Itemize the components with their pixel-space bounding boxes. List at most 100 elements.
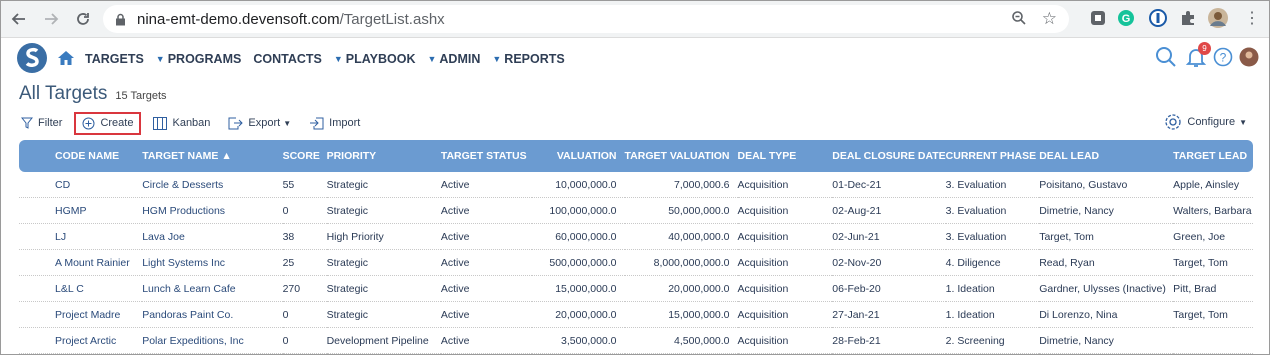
table-cell: Pitt, Brad <box>1173 275 1253 302</box>
table-cell[interactable]: Lava Joe <box>142 223 283 250</box>
reload-icon[interactable] <box>69 5 97 33</box>
configure-button[interactable]: Configure ▼ <box>1164 113 1247 131</box>
nav-item-admin[interactable]: ▼ ADMIN <box>427 52 480 66</box>
create-button[interactable]: Create <box>74 111 142 135</box>
table-cell: Target, Tom <box>1039 223 1174 250</box>
table-cell: Acquisition <box>737 172 833 198</box>
profile-avatar[interactable] <box>1207 7 1229 29</box>
table-cell[interactable]: LJ <box>19 223 143 250</box>
table-cell: Strategic <box>326 275 441 302</box>
column-header[interactable]: TARGET VALUATION <box>625 140 738 172</box>
column-header[interactable]: CURRENT PHASE <box>946 140 1040 172</box>
table-row[interactable]: LJ Lava Joe 38 High Priority Active 60,000,00… <box>19 223 1253 250</box>
table-header-row: CODE NAME TARGET NAME ▲ SCORE PRIORITY TARGE… <box>19 140 1253 172</box>
table-cell[interactable]: Polar Expeditions, Inc <box>142 327 283 354</box>
column-header[interactable]: DEAL TYPE <box>738 140 833 172</box>
more-menu-icon[interactable]: ⋮ <box>1241 7 1263 29</box>
column-header[interactable]: TARGET STATUS <box>441 140 532 172</box>
table-cell: Strategic <box>326 197 441 224</box>
table-cell: 55 <box>282 172 327 198</box>
table-cell[interactable]: L&L C <box>19 275 143 302</box>
zoom-icon[interactable] <box>1011 10 1027 31</box>
column-header[interactable]: PRIORITY <box>327 140 441 172</box>
password-manager-icon[interactable] <box>1147 7 1169 29</box>
nav-item-reports[interactable]: ▼ REPORTS <box>492 52 564 66</box>
notification-bell-icon[interactable]: 9 <box>1185 42 1211 73</box>
table-cell[interactable]: CD <box>19 172 143 198</box>
table-cell[interactable]: Lunch & Learn Cafe <box>142 275 283 302</box>
nav-item-targets[interactable]: TARGETS <box>85 52 144 66</box>
nav-item-label: PLAYBOOK <box>345 52 416 66</box>
table-row[interactable]: A Mount Rainier Light Systems Inc 25 Strate… <box>19 249 1253 276</box>
kanban-button[interactable]: Kanban <box>153 116 210 130</box>
configure-label: Configure <box>1187 116 1236 128</box>
table-row[interactable]: Project Arctic Polar Expeditions, Inc 0 Dev… <box>19 327 1253 354</box>
page-header: All Targets 15 Targets <box>19 83 167 105</box>
import-icon <box>310 117 324 129</box>
table-cell: Read, Ryan <box>1039 249 1174 276</box>
puzzle-icon[interactable] <box>1177 7 1199 29</box>
table-cell[interactable]: Project Arctic <box>19 327 143 354</box>
table-cell: 0 <box>282 327 327 354</box>
extension-icon[interactable] <box>1087 7 1109 29</box>
table-cell: 100,000,000.0 <box>532 197 625 224</box>
table-cell: Di Lorenzo, Nina <box>1039 301 1174 328</box>
back-icon[interactable] <box>5 5 33 33</box>
table-cell: Dimetrie, Nancy <box>1039 197 1174 224</box>
column-header[interactable]: TARGET NAME ▲ <box>142 140 282 172</box>
main-menu: TARGETS ▼ PROGRAMS CONTACTS ▼ PLAYBOOK ▼ ADMIN ▼… <box>85 38 577 80</box>
address-bar[interactable]: nina-emt-demo.devensoft.com/TargetList.a… <box>103 5 1069 33</box>
table-cell: 38 <box>282 223 327 250</box>
search-icon[interactable] <box>1155 46 1177 73</box>
grammarly-icon[interactable]: G <box>1115 7 1137 29</box>
app-logo[interactable] <box>17 42 47 74</box>
table-cell: Acquisition <box>737 249 833 276</box>
import-button[interactable]: Import <box>309 117 360 130</box>
table-cell: 25 <box>282 249 327 276</box>
table-row[interactable]: Project Madre Pandoras Paint Co. 0 Strategi… <box>19 301 1253 328</box>
export-button[interactable]: Export ▼ <box>228 117 291 130</box>
filter-button[interactable]: Filter <box>21 117 62 129</box>
table-cell: Target, Tom <box>1173 249 1253 276</box>
table-cell: Active <box>440 172 533 198</box>
forward-icon[interactable] <box>37 5 65 33</box>
table-cell: 7,000,000.6 <box>624 172 738 198</box>
nav-item-contacts[interactable]: CONTACTS <box>253 52 322 66</box>
column-header[interactable]: TARGET LEAD <box>1173 140 1253 172</box>
table-cell[interactable]: HGMP <box>19 197 143 224</box>
table-row[interactable]: CD Circle & Desserts 55 Strategic Active 10,0… <box>19 172 1253 198</box>
table-cell: Active <box>440 275 533 302</box>
column-header[interactable]: DEAL CLOSURE DATE <box>832 140 945 172</box>
table-cell: 10,000,000.0 <box>532 172 625 198</box>
nav-item-playbook[interactable]: ▼ PLAYBOOK <box>334 52 416 66</box>
table-cell: 06-Feb-20 <box>832 275 946 302</box>
table-row[interactable]: L&L C Lunch & Learn Cafe 270 Strategic Activ… <box>19 275 1253 302</box>
user-avatar[interactable] <box>1239 47 1259 72</box>
column-header[interactable]: DEAL LEAD <box>1039 140 1173 172</box>
table-cell: Active <box>440 249 533 276</box>
table-cell[interactable]: A Mount Rainier <box>19 249 143 276</box>
table-cell[interactable]: Circle & Desserts <box>142 172 283 198</box>
table-cell: 4,500,000.0 <box>624 327 738 354</box>
table-cell[interactable]: Light Systems Inc <box>142 249 283 276</box>
nav-item-label: PROGRAMS <box>167 52 242 66</box>
table-cell[interactable]: HGM Productions <box>142 197 283 224</box>
table-cell: 1. Ideation <box>945 275 1040 302</box>
table-cell[interactable]: Project Madre <box>19 301 143 328</box>
bookmark-star-icon[interactable]: ☆ <box>1042 9 1057 29</box>
home-icon[interactable] <box>57 50 75 71</box>
column-header[interactable]: VALUATION <box>532 140 624 172</box>
column-header[interactable]: SCORE <box>283 140 327 172</box>
column-header[interactable]: CODE NAME <box>19 140 142 172</box>
app-window: nina-emt-demo.devensoft.com/TargetList.a… <box>0 0 1270 355</box>
help-icon[interactable]: ? <box>1213 47 1233 72</box>
targets-table: CODE NAME TARGET NAME ▲ SCORE PRIORITY TARGE… <box>19 140 1253 354</box>
table-row[interactable]: HGMP HGM Productions 0 Strategic Active 100,0… <box>19 197 1253 224</box>
table-cell[interactable]: Pandoras Paint Co. <box>142 301 283 328</box>
table-cell: 28-Feb-21 <box>832 327 946 354</box>
nav-item-programs[interactable]: ▼ PROGRAMS <box>156 52 242 66</box>
table-cell: Poisitano, Gustavo <box>1039 172 1174 198</box>
table-cell: 2. Screening <box>945 327 1040 354</box>
table-cell: Gardner, Ulysses (Inactive) <box>1039 275 1174 302</box>
table-cell: 20,000,000.0 <box>624 275 738 302</box>
